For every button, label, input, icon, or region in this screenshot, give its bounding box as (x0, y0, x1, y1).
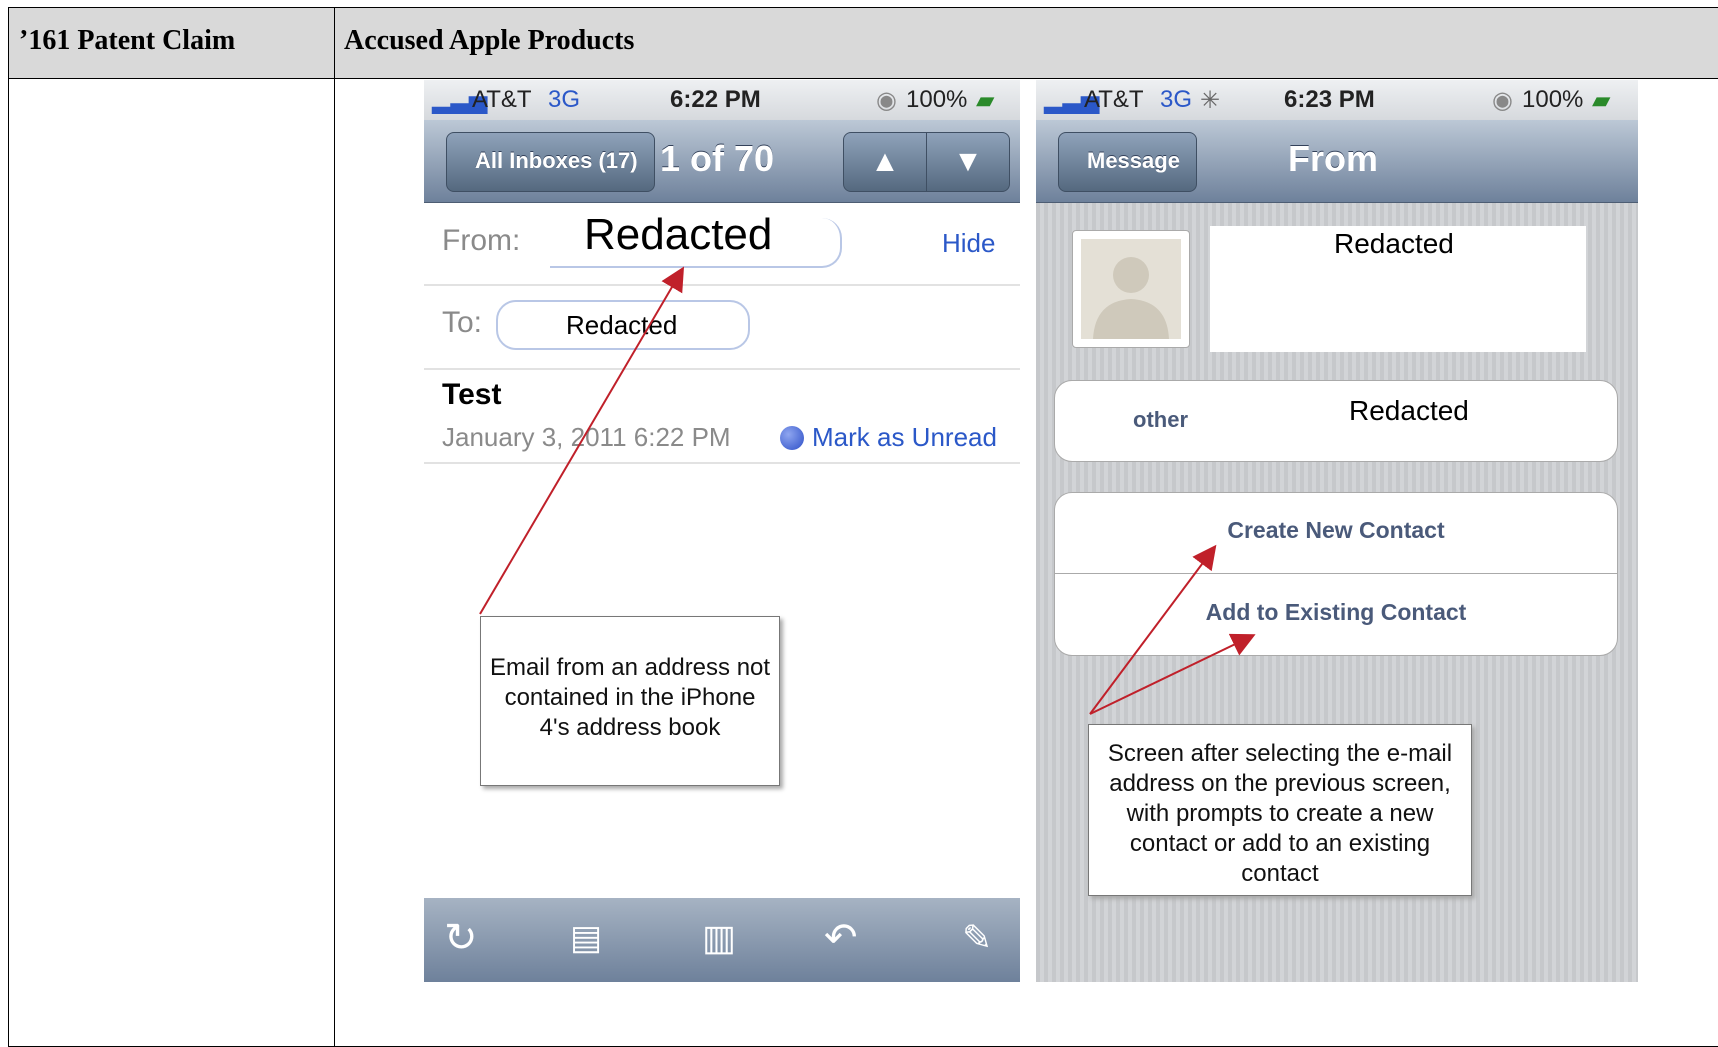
arrow-to-add-existing (1089, 633, 1256, 715)
arrow-to-create-contact (1089, 544, 1217, 715)
annotation-arrows (479, 266, 1256, 715)
arrow-to-from-address (479, 266, 685, 615)
